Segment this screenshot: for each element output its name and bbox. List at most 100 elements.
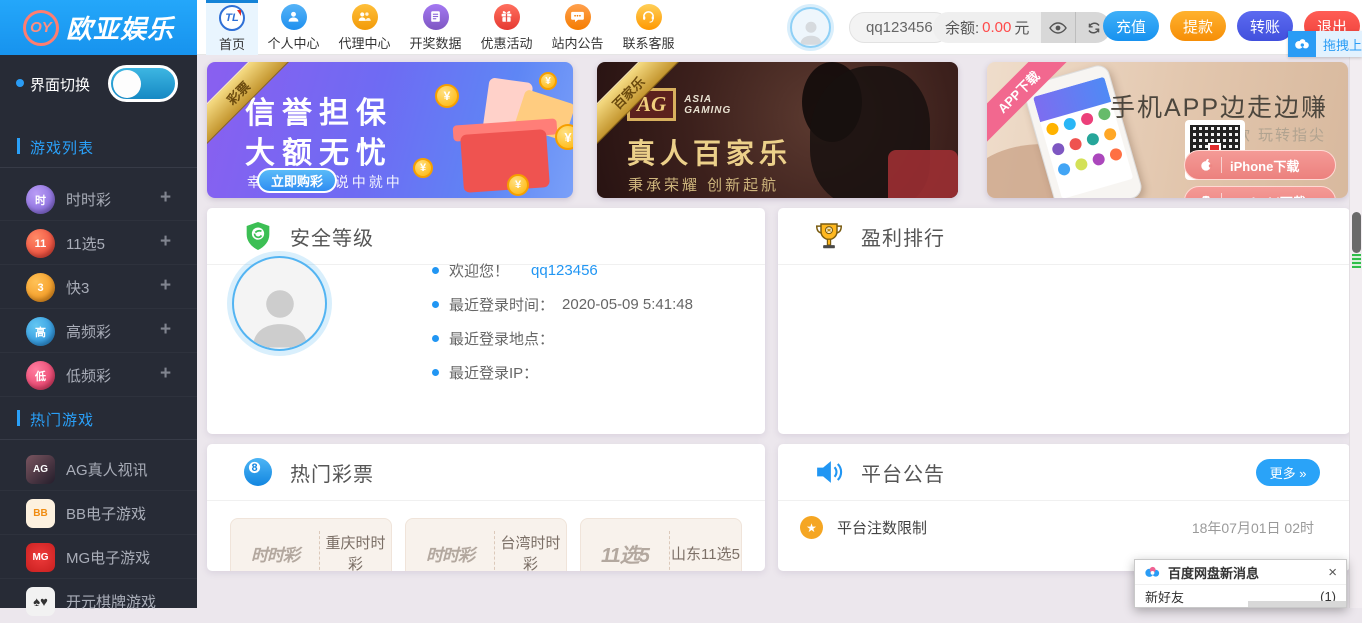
lottery-ball-icon: 高 [26, 317, 55, 346]
sidebar-item-ag-live[interactable]: AG AG真人视讯 [0, 447, 197, 491]
sidebar-item-gaopincai[interactable]: 高 高频彩 + [0, 309, 197, 353]
android-download-label: Android下载 [1230, 192, 1306, 199]
row-label: 最近登录IP： [449, 362, 538, 383]
lottery-logo: 时时彩 [231, 541, 319, 566]
banner-subtitle-right: 说中就中 [335, 172, 403, 192]
lottery-logo: 时时彩 [406, 541, 494, 566]
banner-title: 信誉担保 [245, 88, 393, 132]
lottery-logo: 11选5 [581, 539, 669, 568]
more-button[interactable]: 更多 » [1256, 459, 1320, 486]
nav-announcements[interactable]: 站内公告 [542, 0, 613, 55]
toggle-knob [113, 70, 141, 98]
sidebar-item-11xuan5[interactable]: 11 11选5 + [0, 221, 197, 265]
username-link[interactable]: qq123456 [531, 262, 598, 279]
nav-customer-service[interactable]: 联系客服 [613, 0, 684, 55]
home-logo-icon: TL [219, 5, 245, 31]
expand-plus-icon[interactable]: + [160, 319, 171, 341]
nav-label: 开奖数据 [409, 33, 461, 52]
deco-chair [888, 150, 958, 198]
divider [1221, 193, 1222, 198]
ag-live-icon: AG [26, 455, 55, 484]
nav-agent-center[interactable]: 代理中心 [329, 0, 400, 55]
lottery-ball-icon: 3 [26, 273, 55, 302]
interface-switch-toggle[interactable] [108, 65, 178, 102]
sidebar-item-label: 时时彩 [66, 189, 111, 210]
brand-logo[interactable]: OY 欧亚娱乐 [0, 0, 197, 55]
sidebar: 界面切换 游戏列表 时 时时彩 + 11 11选5 + 3 快3 + 高 高频彩… [0, 55, 197, 608]
nav-label: 个人中心 [267, 33, 319, 52]
last-login-ip-row: 最近登录IP： [432, 362, 693, 383]
banner-ag-baccarat[interactable]: 百家乐 AG ASIA GAMING 真人百家乐 秉承荣耀 创新起航 [597, 62, 958, 198]
bb-games-icon: BB [26, 499, 55, 528]
expand-plus-icon[interactable]: + [160, 187, 171, 209]
expand-plus-icon[interactable]: + [160, 363, 171, 385]
section-hot-games: 热门游戏 [0, 407, 197, 431]
notification-header: 百度网盘新消息 × [1135, 560, 1346, 585]
last-login-place-row: 最近登录地点： [432, 328, 693, 349]
nav-personal-center[interactable]: 个人中心 [258, 0, 329, 55]
sidebar-item-label: 开元棋牌游戏 [66, 591, 156, 612]
speaker-icon [812, 455, 846, 489]
lottery-card-taiwan[interactable]: 时时彩 台湾时时彩 [405, 518, 567, 571]
close-icon[interactable]: × [1328, 565, 1337, 580]
lottery-card-shandong[interactable]: 11选5 山东11选5 [580, 518, 742, 571]
expand-plus-icon[interactable]: + [160, 231, 171, 253]
nav-home[interactable]: TL 首页 [206, 0, 258, 55]
bullet-icon [432, 267, 439, 274]
baidu-netdisk-drag-widget[interactable]: 拖拽上 [1288, 31, 1362, 57]
banner-app-download[interactable]: APP下载 手机APP边走边赚 随心所欲 玩转指尖 iPhone下载 Andro… [987, 62, 1348, 198]
nav-label: 优惠活动 [480, 33, 532, 52]
scrollbar-track[interactable] [1349, 55, 1362, 608]
banner-lottery-promo[interactable]: 彩票 ¥ ¥ ¥ ¥ ¥ 信誉担保 大额无忧 幸运快3 说中就中 立即购彩 [207, 62, 573, 198]
nav-label: 联系客服 [622, 33, 674, 52]
iphone-download-button[interactable]: iPhone下载 [1184, 150, 1336, 180]
section-bar-icon [17, 138, 20, 154]
buy-lottery-button[interactable]: 立即购彩 [257, 168, 337, 193]
section-title: 热门游戏 [30, 409, 94, 430]
expand-plus-icon[interactable]: + [160, 275, 171, 297]
balance-text: 余额: 0.00 元 [933, 12, 1041, 43]
apple-icon [1199, 158, 1213, 172]
nav-promotions[interactable]: 优惠活动 [471, 0, 542, 55]
balance-widget: 余额: 0.00 元 [933, 12, 1111, 43]
sidebar-item-bb-games[interactable]: BB BB电子游戏 [0, 491, 197, 535]
coin-icon: ¥ [435, 84, 459, 108]
svg-text:8: 8 [252, 462, 258, 474]
notice-item[interactable]: ★ 平台注数限制 18年07月01日 02时 [800, 516, 1328, 539]
bullet-icon [432, 301, 439, 308]
mg-games-icon: MG [26, 543, 55, 572]
sidebar-item-mg-games[interactable]: MG MG电子游戏 [0, 535, 197, 579]
sidebar-item-kaiyuan-cards[interactable]: ♠♥ 开元棋牌游戏 [0, 579, 197, 623]
lottery-card-chongqing[interactable]: 时时彩 重庆时时彩 [230, 518, 392, 571]
profile-avatar [232, 256, 327, 351]
lottery-name: 山东11选5 [670, 543, 741, 564]
sidebar-item-dipincai[interactable]: 低 低频彩 + [0, 353, 197, 397]
security-level-panel: 安全等级 欢迎您！ qq123456 最近登录时间： 2020-05-09 5:… [207, 208, 765, 434]
nav-lottery-data[interactable]: 开奖数据 [400, 0, 471, 55]
divider [0, 439, 197, 440]
row-label: 最近登录地点： [449, 328, 554, 349]
withdraw-button[interactable]: 提款 [1170, 11, 1226, 41]
android-download-button[interactable]: Android下载 [1184, 186, 1336, 198]
section-bar-icon [17, 410, 20, 426]
panel-title: 盈利排行 [861, 222, 945, 251]
sidebar-item-kuai3[interactable]: 3 快3 + [0, 265, 197, 309]
eye-icon[interactable] [1041, 12, 1076, 43]
sidebar-item-label: 高频彩 [66, 321, 111, 342]
banner-title: 手机APP边走边赚 [1110, 88, 1328, 124]
welcome-label: 欢迎您！ [449, 260, 509, 281]
scrollbar-thumb[interactable] [1352, 212, 1361, 253]
user-avatar[interactable] [790, 7, 831, 48]
banner-title: 真人百家乐 [627, 132, 792, 172]
section-title: 游戏列表 [30, 137, 94, 158]
transfer-button[interactable]: 转账 [1237, 11, 1293, 41]
kaiyuan-cards-icon: ♠♥ [26, 587, 55, 616]
welcome-row: 欢迎您！ qq123456 [432, 260, 693, 281]
bullet-icon [432, 369, 439, 376]
sidebar-item-label: 快3 [66, 277, 89, 298]
ag-logo-sub: GAMING [684, 105, 731, 116]
trophy-icon [812, 219, 846, 253]
sidebar-item-label: MG电子游戏 [66, 547, 150, 568]
sidebar-item-shishicai[interactable]: 时 时时彩 + [0, 177, 197, 221]
recharge-button[interactable]: 充值 [1103, 11, 1159, 41]
